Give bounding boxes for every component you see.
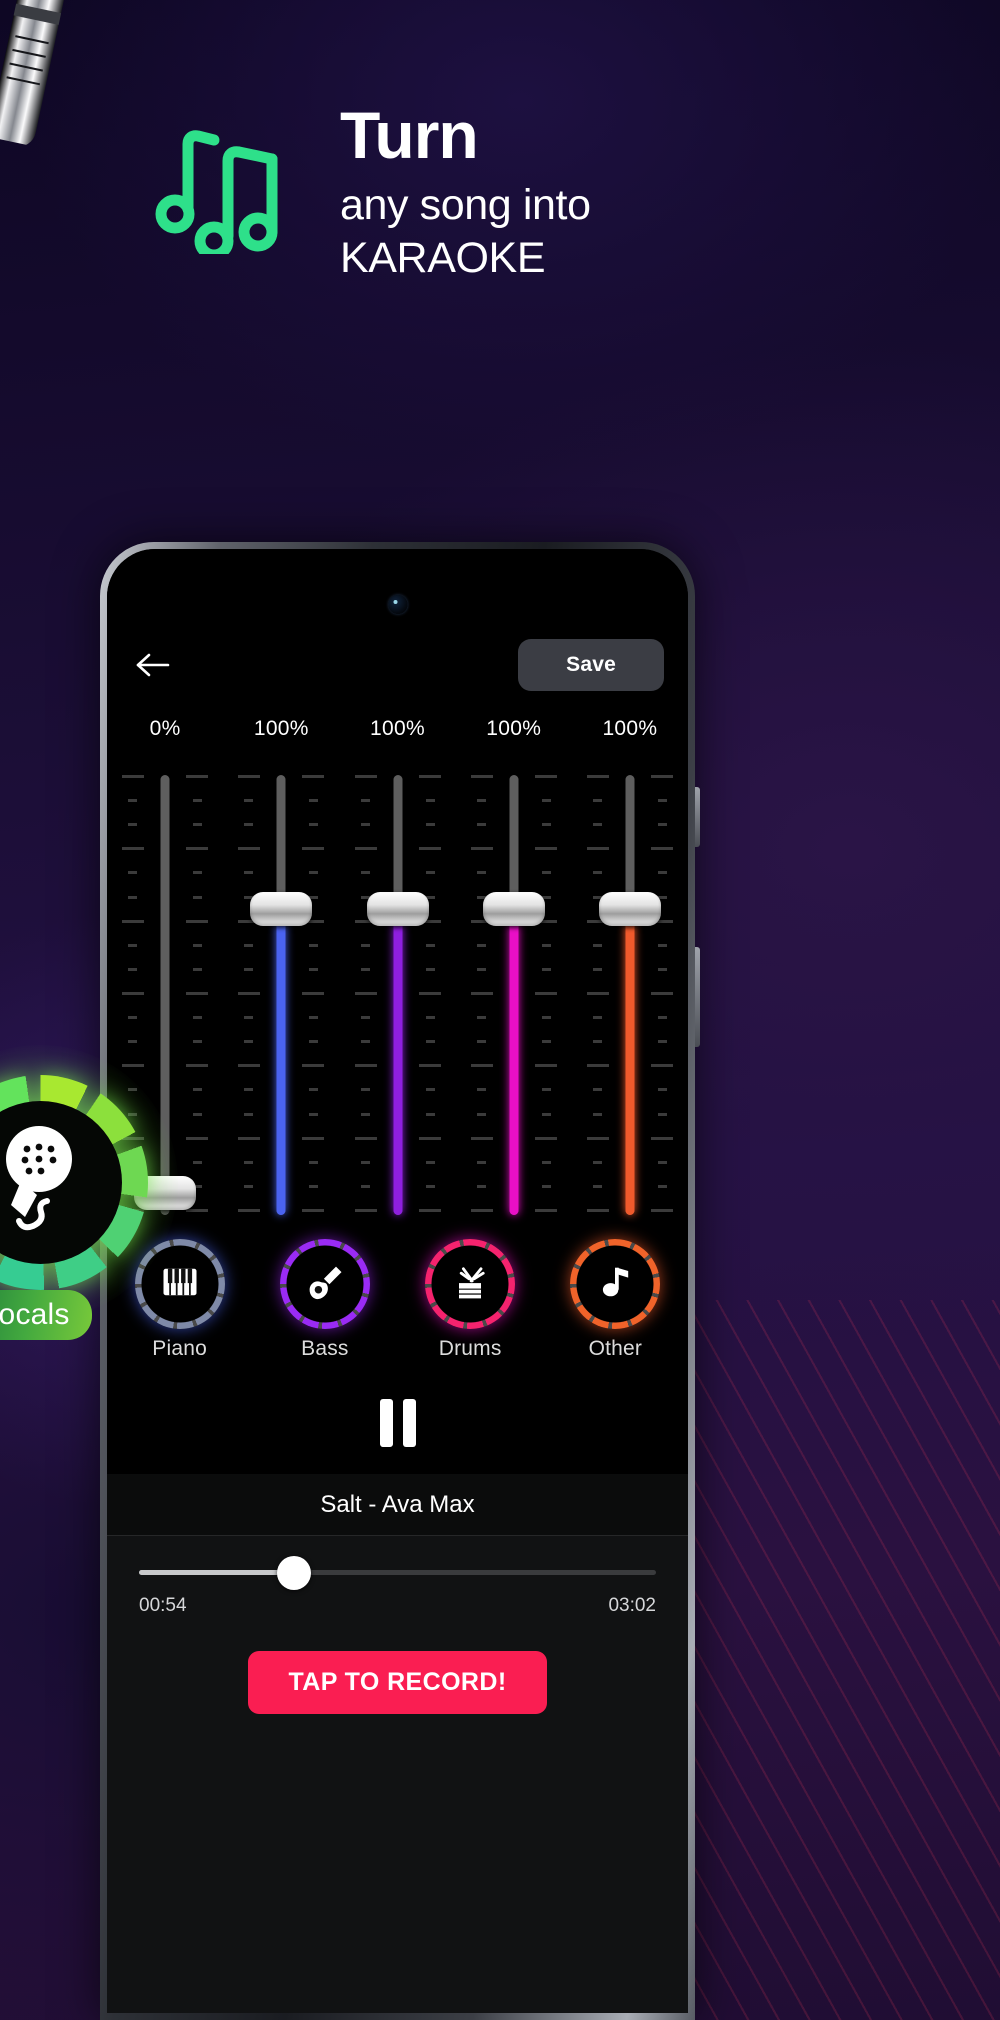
seek-bar[interactable] (139, 1555, 656, 1590)
stem-button-other[interactable]: Other (543, 1239, 688, 1367)
phone-mockup: Save 0% 100% 100% 100% 100% Piano Bass D… (100, 542, 700, 2020)
mixer-track-drums[interactable] (456, 775, 572, 1215)
track-percent-bass: 100% (370, 717, 425, 740)
headline-line-2: any song into (340, 181, 591, 230)
stem-selector-row: Piano Bass Drums Other (107, 1239, 688, 1367)
seek-thumb[interactable] (277, 1555, 312, 1590)
stem-button-bass[interactable]: Bass (252, 1239, 397, 1367)
phone-volume-button (695, 787, 700, 847)
app-topbar: Save (107, 632, 688, 698)
stem-ring (425, 1239, 516, 1329)
track-percent-piano: 100% (253, 717, 309, 740)
track-percent-vocals: 0% (149, 717, 181, 740)
track-percent-other: 100% (602, 717, 658, 740)
vocals-badge: Vocals (0, 1290, 92, 1340)
duration-time: 03:02 (608, 1595, 656, 1616)
front-camera-icon (388, 595, 407, 614)
stem-ring (570, 1239, 661, 1329)
slider-thumb[interactable] (482, 892, 545, 926)
mixer-track-other[interactable] (572, 775, 688, 1215)
seek-progress (139, 1570, 295, 1575)
pause-icon (379, 1399, 393, 1447)
mixer-panel: 0% 100% 100% 100% 100% (107, 717, 688, 1217)
music-note-icon (593, 1260, 637, 1309)
guitar-icon (303, 1260, 347, 1309)
back-arrow-icon[interactable] (135, 651, 171, 679)
mixer-track-bass[interactable] (339, 775, 455, 1215)
pause-icon (402, 1399, 416, 1447)
phone-screen: Save 0% 100% 100% 100% 100% Piano Bass D… (107, 549, 688, 2013)
headline-line-1: Turn (340, 98, 479, 172)
headline-line-3: KARAOKE (340, 233, 546, 282)
track-percent-drums: 100% (486, 717, 542, 740)
stem-ring (279, 1239, 370, 1329)
player-panel: Salt - Ava Max 00:54 03:02 TAP TO RECORD… (107, 1474, 688, 2013)
slider-fill (393, 909, 402, 1215)
microphone-icon (0, 1125, 94, 1243)
pause-button[interactable] (107, 1392, 688, 1454)
double-music-note-icon (150, 114, 300, 261)
drum-icon (448, 1260, 492, 1309)
slider-thumb[interactable] (598, 892, 661, 926)
elapsed-time: 00:54 (139, 1595, 187, 1616)
phone-power-button (695, 947, 700, 1047)
mixer-percent-row: 0% 100% 100% 100% 100% (107, 717, 688, 753)
slider-thumb[interactable] (250, 892, 313, 926)
slider-fill (625, 909, 635, 1215)
save-button[interactable]: Save (518, 639, 664, 691)
slider-thumb[interactable] (366, 892, 429, 926)
promo-headline-block: Turn any song into KARAOKE (150, 100, 591, 284)
now-playing-title: Salt - Ava Max (107, 1474, 688, 1536)
stem-label: Bass (301, 1337, 349, 1360)
stem-button-drums[interactable]: Drums (398, 1239, 543, 1367)
mixer-track-piano[interactable] (223, 775, 339, 1215)
mixer-sliders (107, 775, 688, 1215)
seek-area: 00:54 03:02 TAP TO RECORD! (107, 1536, 688, 1714)
vocals-knob[interactable]: Vocals (0, 1045, 178, 1345)
stem-label: Other (588, 1337, 643, 1360)
app-screen: Save 0% 100% 100% 100% 100% Piano Bass D… (107, 549, 688, 2013)
stem-label: Drums (438, 1337, 502, 1360)
tap-to-record-button[interactable]: TAP TO RECORD! (248, 1651, 547, 1714)
time-row: 00:54 03:02 (139, 1595, 656, 1617)
slider-fill (509, 909, 519, 1215)
slider-fill (276, 909, 286, 1215)
